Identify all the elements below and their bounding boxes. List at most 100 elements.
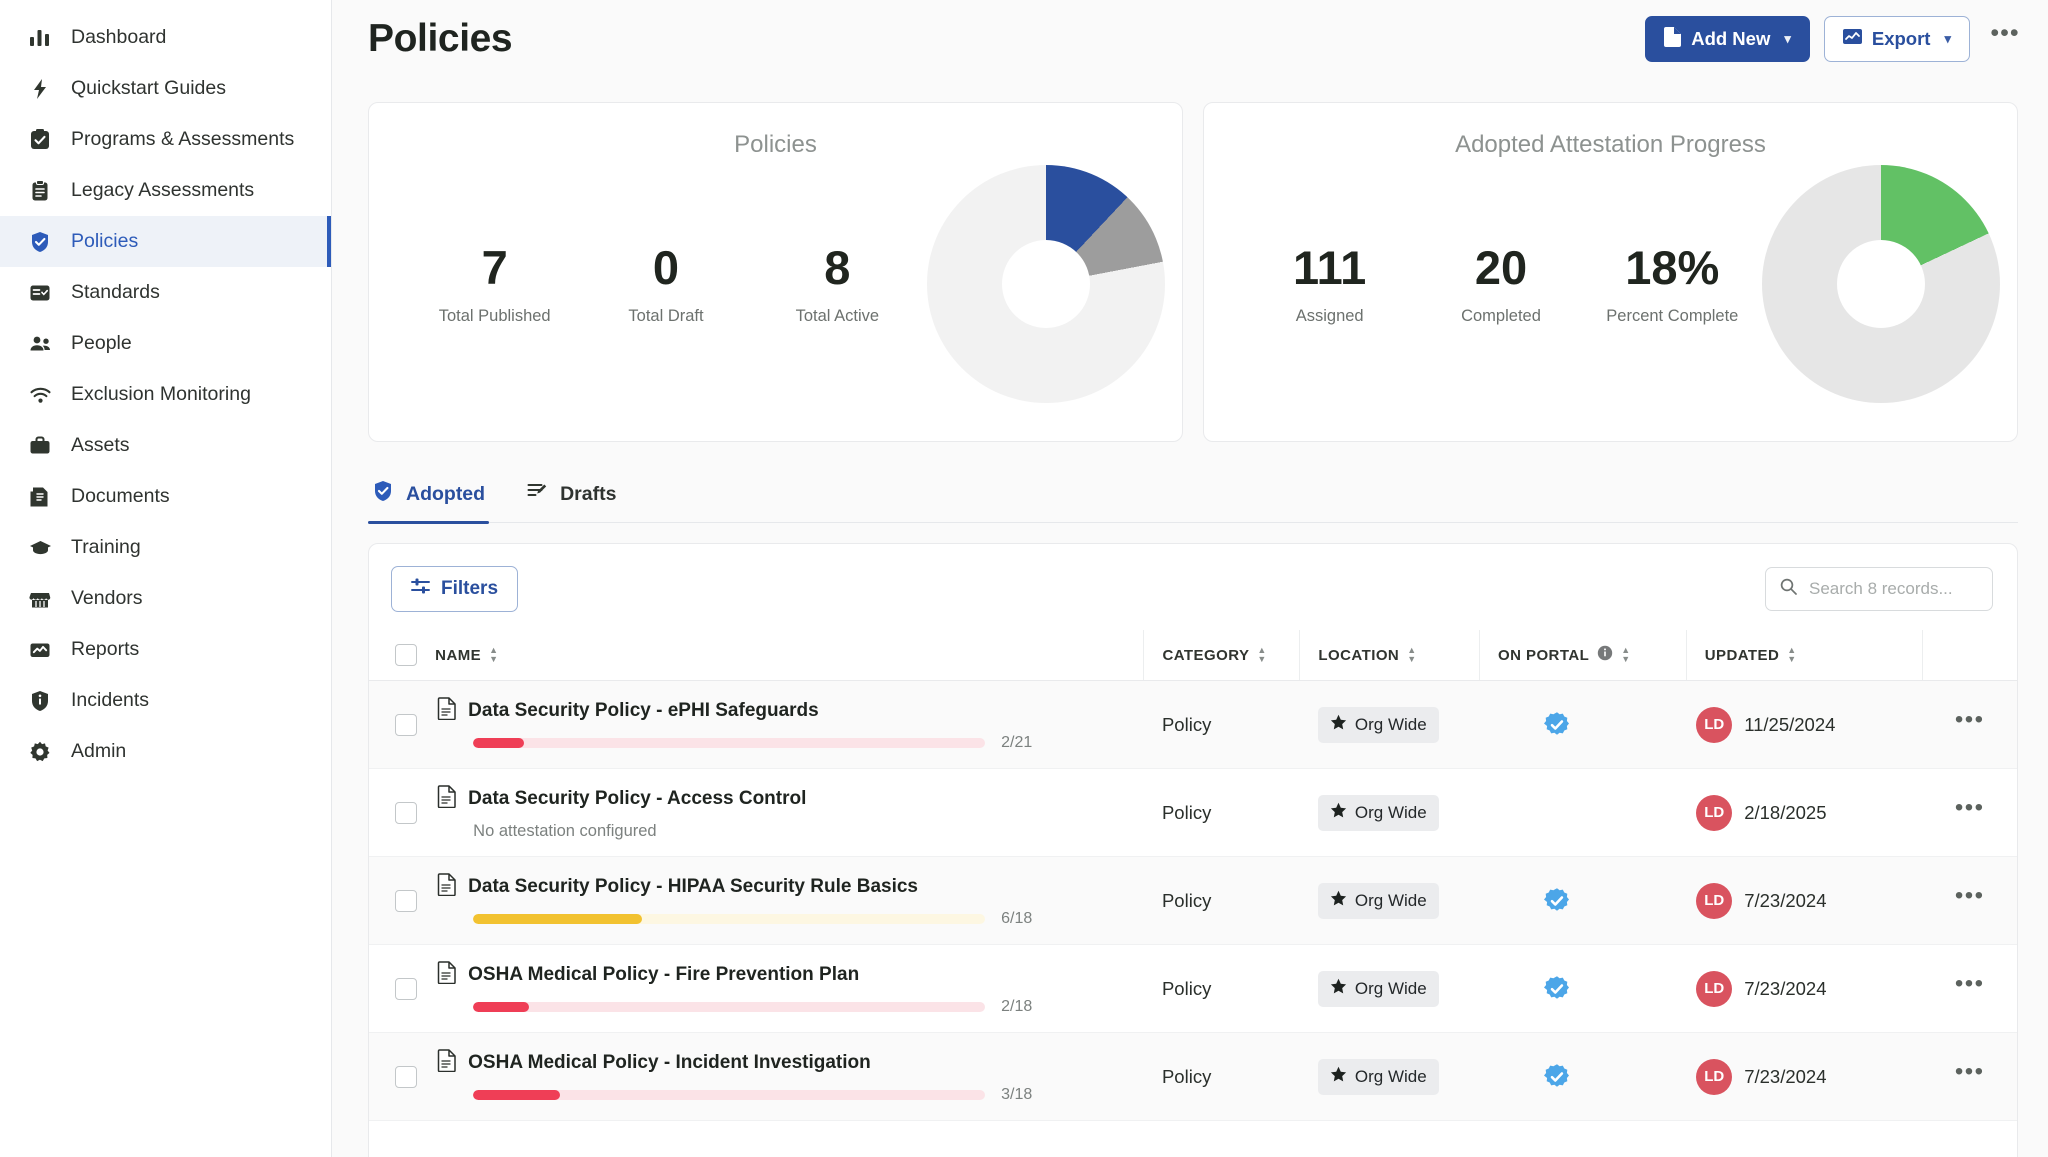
sidebar-item-policies[interactable]: Policies (0, 216, 331, 267)
column-name[interactable]: NAME ▲ ▼ (435, 630, 1144, 681)
updated-date: 11/25/2024 (1744, 713, 1836, 735)
progress-bar (473, 914, 986, 924)
table-body: Data Security Policy - ePHI Safeguards 2/… (369, 680, 2017, 1121)
row-checkbox[interactable] (395, 977, 417, 1000)
filters-button[interactable]: Filters (391, 566, 519, 612)
sidebar-item-label: Vendors (71, 587, 143, 609)
file-doc-icon (437, 1049, 457, 1077)
export-button[interactable]: Export ▾ (1823, 16, 1970, 62)
attestation-summary-card: Adopted Attestation Progress 111 Assigne… (1203, 102, 2018, 442)
row-name-cell: OSHA Medical Policy - Incident Investiga… (435, 1032, 1144, 1121)
sidebar-item-training[interactable]: Training (0, 522, 331, 573)
sort-icon[interactable]: ▲ ▼ (1621, 646, 1630, 664)
sort-icon[interactable]: ▲ ▼ (489, 646, 498, 664)
file-doc-icon (437, 697, 457, 725)
policies-donut-chart (926, 165, 1165, 403)
sidebar-item-label: Reports (71, 638, 140, 660)
policies-stats: 7 Total Published 0 Total Draft 8 Total … (409, 240, 923, 327)
row-checkbox[interactable] (395, 1065, 417, 1088)
table-row[interactable]: Data Security Policy - ePHI Safeguards 2/… (369, 680, 2017, 769)
attestation-donut-chart (1761, 165, 2000, 403)
row-checkbox[interactable] (395, 801, 417, 824)
sidebar-item-quickstart-guides[interactable]: Quickstart Guides (0, 63, 331, 114)
stat-value: 111 (1293, 240, 1367, 294)
policies-table-panel: Filters Search 8 records... NAME ▲ ▼ CAT… (368, 543, 2018, 1157)
info-icon[interactable] (1597, 645, 1613, 665)
filter-sliders-icon (411, 578, 430, 600)
table-row[interactable]: Data Security Policy - HIPAA Security Ru… (369, 856, 2017, 945)
row-checkbox[interactable] (395, 713, 417, 736)
tab-adopted[interactable]: Adopted (368, 472, 490, 524)
location-chip: Org Wide (1317, 882, 1439, 919)
row-category-cell: Policy (1143, 856, 1300, 945)
sidebar-item-assets[interactable]: Assets (0, 420, 331, 471)
list-check-icon (28, 281, 52, 305)
sidebar-item-standards[interactable]: Standards (0, 267, 331, 318)
sidebar-item-people[interactable]: People (0, 318, 331, 369)
sidebar-item-label: Programs & Assessments (71, 128, 295, 150)
sidebar-item-exclusion-monitoring[interactable]: Exclusion Monitoring (0, 369, 331, 420)
policy-name-link[interactable]: Data Security Policy - ePHI Safeguards (468, 700, 819, 722)
column-on-portal[interactable]: ON PORTAL ▲ ▼ (1478, 630, 1687, 681)
sidebar-item-legacy-assessments[interactable]: Legacy Assessments (0, 165, 331, 216)
chevron-down-icon: ▾ (1944, 31, 1951, 46)
bolt-icon (28, 77, 52, 101)
stat-value: 0 (652, 240, 680, 294)
sidebar-item-vendors[interactable]: Vendors (0, 573, 331, 624)
row-actions-cell: ••• (1922, 768, 2017, 857)
progress-count: 2/18 (1001, 998, 1033, 1015)
column-location[interactable]: LOCATION ▲ ▼ (1299, 630, 1480, 681)
sort-icon[interactable]: ▲ ▼ (1257, 646, 1266, 664)
document-plus-icon (1664, 26, 1682, 52)
briefcase-icon (28, 434, 52, 458)
row-overflow-menu-button[interactable]: ••• (1922, 794, 2017, 832)
sort-icon[interactable]: ▲ ▼ (1407, 646, 1416, 664)
policy-name-link[interactable]: OSHA Medical Policy - Incident Investiga… (468, 1052, 871, 1074)
page-overflow-menu-button[interactable]: ••• (1988, 19, 2022, 56)
search-box[interactable] (1765, 567, 1993, 611)
progress-bar (473, 738, 986, 748)
category-value: Policy (1161, 889, 1212, 911)
progress-count: 2/21 (1001, 734, 1033, 751)
table-row[interactable]: OSHA Medical Policy - Fire Prevention Pl… (369, 944, 2017, 1033)
sidebar-item-admin[interactable]: Admin (0, 726, 331, 777)
policies-card-body: 7 Total Published 0 Total Draft 8 Total … (369, 159, 1182, 409)
row-overflow-menu-button[interactable]: ••• (1922, 970, 2017, 1008)
table-row[interactable]: Data Security Policy - Access Control No … (369, 768, 2017, 857)
column-updated[interactable]: UPDATED ▲ ▼ (1685, 630, 1923, 681)
row-overflow-menu-button[interactable]: ••• (1922, 882, 2017, 920)
document-icon (28, 485, 52, 509)
star-icon (1330, 1066, 1347, 1088)
sidebar-item-incidents[interactable]: Incidents (0, 675, 331, 726)
policy-name-link[interactable]: Data Security Policy - HIPAA Security Ru… (468, 876, 918, 898)
row-actions-cell: ••• (1922, 1032, 2017, 1121)
add-new-button[interactable]: Add New ▾ (1645, 16, 1810, 62)
policy-name-link[interactable]: OSHA Medical Policy - Fire Prevention Pl… (468, 964, 859, 986)
row-overflow-menu-button[interactable]: ••• (1922, 706, 2017, 744)
policies-card-title: Policies (734, 131, 817, 158)
progress-count: 6/18 (1001, 910, 1033, 927)
policy-name-link[interactable]: Data Security Policy - Access Control (468, 788, 806, 810)
sidebar-item-documents[interactable]: Documents (0, 471, 331, 522)
column-location-label: LOCATION (1318, 646, 1400, 664)
stat-value: 8 (824, 240, 851, 294)
stat-value: 20 (1474, 240, 1528, 294)
sidebar-item-programs-assessments[interactable]: Programs & Assessments (0, 114, 331, 165)
location-chip: Org Wide (1317, 706, 1439, 743)
sidebar-item-reports[interactable]: Reports (0, 624, 331, 675)
row-updated-cell: LD 7/23/2024 (1686, 944, 1923, 1033)
row-checkbox[interactable] (395, 889, 417, 912)
star-icon (1330, 714, 1347, 736)
row-overflow-menu-button[interactable]: ••• (1922, 1058, 2017, 1096)
sort-icon[interactable]: ▲ ▼ (1787, 646, 1796, 664)
row-category-cell: Policy (1143, 680, 1300, 769)
avatar: LD (1696, 882, 1733, 919)
top-bar: Policies Add New ▾ Export ▾ ••• (332, 0, 2048, 78)
table-row[interactable]: OSHA Medical Policy - Incident Investiga… (369, 1032, 2017, 1121)
sidebar-item-dashboard[interactable]: Dashboard (0, 12, 331, 63)
select-all-checkbox[interactable] (395, 644, 417, 666)
column-category[interactable]: CATEGORY ▲ ▼ (1143, 630, 1300, 681)
search-input[interactable] (1809, 579, 1978, 599)
gear-icon (28, 740, 52, 764)
tab-drafts[interactable]: Drafts (523, 472, 620, 522)
